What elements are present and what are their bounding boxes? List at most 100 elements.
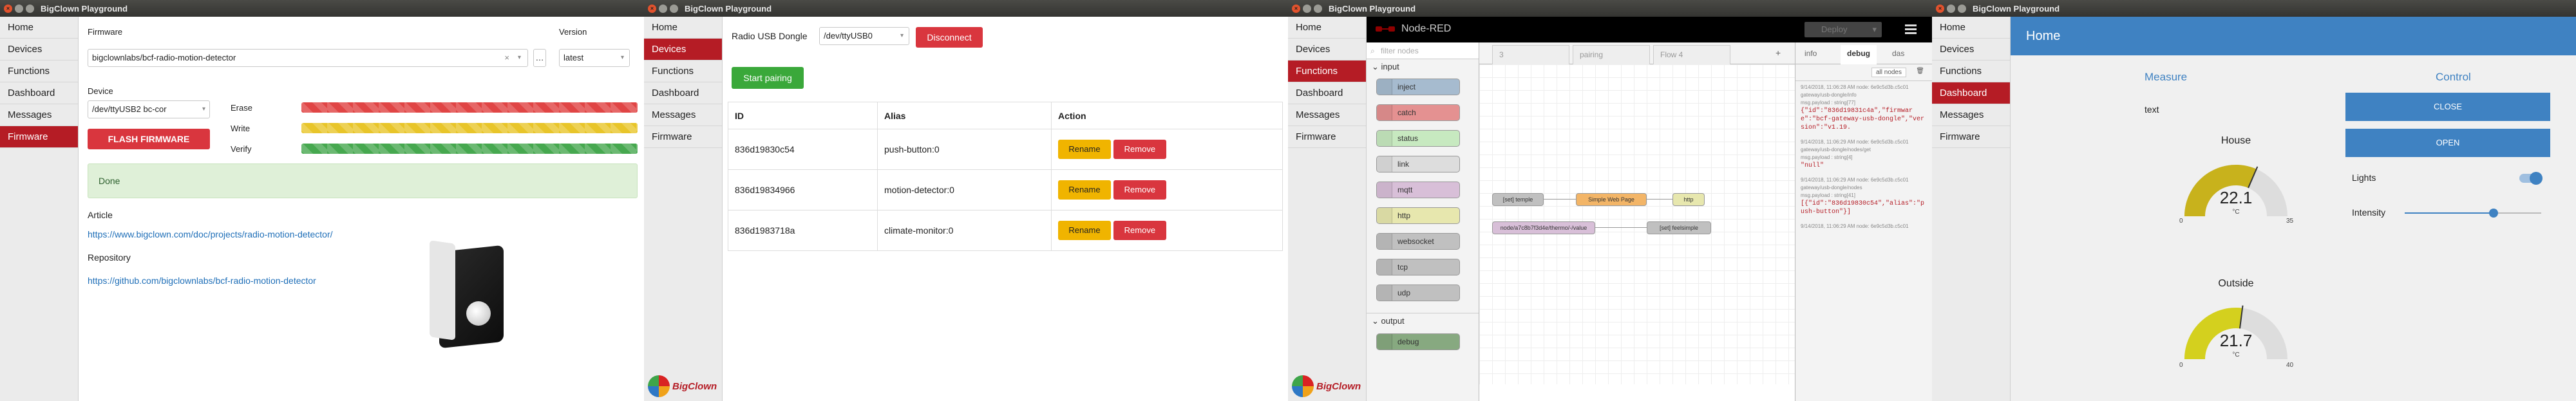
clear-icon[interactable]: × <box>504 50 509 66</box>
firmware-select[interactable]: bigclownlabs/bcf-radio-motion-detector ×… <box>88 49 528 67</box>
minimize-icon[interactable] <box>659 4 667 13</box>
sidebar-item-functions[interactable]: Functions <box>0 61 78 82</box>
firmware-window: × BigClown Playground Home Devices Funct… <box>0 0 644 401</box>
sidebar-item-devices[interactable]: Devices <box>1932 39 2010 61</box>
filter-nodes-input[interactable]: ⌕ filter nodes <box>1367 42 1479 59</box>
close-icon[interactable]: × <box>1292 4 1300 13</box>
chevron-down-icon: ▾ <box>620 54 624 61</box>
trash-icon[interactable]: 🗑 <box>1916 68 1924 75</box>
intensity-slider[interactable] <box>2405 209 2541 218</box>
sidebar-item-firmware[interactable]: Firmware <box>1932 126 2010 148</box>
chevron-down-icon[interactable]: ▾ <box>1872 22 1877 37</box>
tab-flow-4[interactable]: Flow 4 <box>1653 45 1730 64</box>
repository-link[interactable]: https://github.com/bigclownlabs/bcf-radi… <box>88 275 316 286</box>
tab-pairing[interactable]: pairing <box>1573 45 1650 64</box>
article-link[interactable]: https://www.bigclown.com/doc/projects/ra… <box>88 229 333 239</box>
flash-firmware-button[interactable]: FLASH FIRMWARE <box>88 129 210 149</box>
palette-node-inject[interactable]: inject <box>1376 79 1460 95</box>
sidebar-item-home[interactable]: Home <box>1932 17 2010 39</box>
palette-node-tcp[interactable]: tcp <box>1376 259 1460 275</box>
write-label: Write <box>231 124 251 133</box>
palette-node-debug[interactable]: debug <box>1376 333 1460 350</box>
close-icon[interactable]: × <box>648 4 656 13</box>
sidebar-item-messages[interactable]: Messages <box>644 104 722 126</box>
dongle-select[interactable]: /dev/ttyUSB0 ▾ <box>819 27 909 45</box>
start-pairing-button[interactable]: Start pairing <box>732 67 804 89</box>
menu-icon[interactable] <box>1905 24 1917 35</box>
palette-node-catch[interactable]: catch <box>1376 104 1460 121</box>
sidebar-item-messages[interactable]: Messages <box>0 104 78 126</box>
device-image <box>426 229 510 351</box>
sidebar-item-firmware[interactable]: Firmware <box>644 126 722 148</box>
palette-node-http[interactable]: http <box>1376 207 1460 224</box>
sidebar: Home Devices Functions Dashboard Message… <box>644 17 723 401</box>
sidebar-item-dashboard[interactable]: Dashboard <box>1932 82 2010 104</box>
close-icon[interactable]: × <box>1936 4 1944 13</box>
maximize-icon[interactable] <box>1958 4 1966 13</box>
category-input[interactable]: ⌄ input <box>1367 59 1479 75</box>
minimize-icon[interactable] <box>1303 4 1311 13</box>
device-select[interactable]: /dev/ttyUSB2 bc-cor ▾ <box>88 100 210 118</box>
rename-button[interactable]: Rename <box>1058 140 1111 159</box>
rename-button[interactable]: Rename <box>1058 180 1111 200</box>
more-button[interactable]: … <box>533 49 546 67</box>
sidebar-item-messages[interactable]: Messages <box>1288 104 1366 126</box>
sidebar-item-functions[interactable]: Functions <box>1932 61 2010 82</box>
maximize-icon[interactable] <box>1314 4 1322 13</box>
flow-canvas[interactable]: [set] temple Simple Web Page http node/a… <box>1479 64 1795 384</box>
palette-node-mqtt[interactable]: mqtt <box>1376 182 1460 198</box>
sidebar-item-home[interactable]: Home <box>1288 17 1366 39</box>
sidebar-item-functions[interactable]: Functions <box>1288 61 1366 82</box>
sidebar-item-dashboard[interactable]: Dashboard <box>1288 82 1366 104</box>
disconnect-button[interactable]: Disconnect <box>916 27 983 48</box>
sidebar-item-devices[interactable]: Devices <box>644 39 722 61</box>
slider-knob[interactable] <box>2488 209 2498 218</box>
tab-debug[interactable]: debug <box>1841 45 1877 64</box>
remove-button[interactable]: Remove <box>1113 221 1166 240</box>
category-input-label: input <box>1381 62 1399 71</box>
sidebar-item-devices[interactable]: Devices <box>1288 39 1366 61</box>
rename-button[interactable]: Rename <box>1058 221 1111 240</box>
devices-content: Radio USB Dongle /dev/ttyUSB0 ▾ Disconne… <box>723 17 1288 401</box>
dashboard-window: × BigClown Playground Home Devices Funct… <box>1932 0 2576 401</box>
add-tab-icon[interactable]: + <box>1776 48 1781 58</box>
close-icon[interactable]: × <box>4 4 12 13</box>
palette-node-link[interactable]: link <box>1376 156 1460 173</box>
remove-button[interactable]: Remove <box>1113 180 1166 200</box>
flow-node[interactable]: [set] feelsimple <box>1647 221 1711 234</box>
category-output[interactable]: ⌄ output <box>1367 313 1479 328</box>
close-button[interactable]: CLOSE <box>2345 93 2550 121</box>
minimize-icon[interactable] <box>15 4 23 13</box>
palette-node-udp[interactable]: udp <box>1376 284 1460 301</box>
sidebar-item-firmware[interactable]: Firmware <box>0 126 78 148</box>
version-select[interactable]: latest ▾ <box>559 49 630 67</box>
sidebar-item-home[interactable]: Home <box>644 17 722 39</box>
palette-node-status[interactable]: status <box>1376 130 1460 147</box>
maximize-icon[interactable] <box>670 4 678 13</box>
remove-button[interactable]: Remove <box>1113 140 1166 159</box>
tab-info[interactable]: info <box>1804 49 1817 58</box>
open-button[interactable]: OPEN <box>2345 129 2550 157</box>
flow-node[interactable]: http <box>1672 193 1705 206</box>
sidebar-item-dashboard[interactable]: Dashboard <box>0 82 78 104</box>
palette-node-websocket[interactable]: websocket <box>1376 233 1460 250</box>
table-row: 836d1983718a climate-monitor:0 Rename Re… <box>728 210 1283 251</box>
tab-dashboard[interactable]: das <box>1892 49 1904 58</box>
filter-all-nodes-button[interactable]: all nodes <box>1871 68 1906 77</box>
flow-node[interactable]: Simple Web Page <box>1576 193 1647 206</box>
sidebar-item-home[interactable]: Home <box>0 17 78 39</box>
sidebar-item-messages[interactable]: Messages <box>1932 104 2010 126</box>
sidebar-item-functions[interactable]: Functions <box>644 61 722 82</box>
sidebar-item-dashboard[interactable]: Dashboard <box>644 82 722 104</box>
sidebar-item-devices[interactable]: Devices <box>0 39 78 61</box>
dongle-label: Radio USB Dongle <box>732 31 808 41</box>
sidebar-item-firmware[interactable]: Firmware <box>1288 126 1366 148</box>
deploy-button[interactable]: Deploy ▾ <box>1804 22 1882 37</box>
flow-node[interactable]: node/a7c8b7f3d4e/thermo/-/value <box>1492 221 1595 234</box>
flow-node[interactable]: [set] temple <box>1492 193 1544 206</box>
minimize-icon[interactable] <box>1947 4 1955 13</box>
tab-flow-3[interactable]: 3 <box>1492 45 1569 64</box>
maximize-icon[interactable] <box>26 4 34 13</box>
lights-toggle[interactable] <box>2519 172 2543 185</box>
workspace: 3 pairing Flow 4 + [set] temple Simple W… <box>1479 42 1795 401</box>
